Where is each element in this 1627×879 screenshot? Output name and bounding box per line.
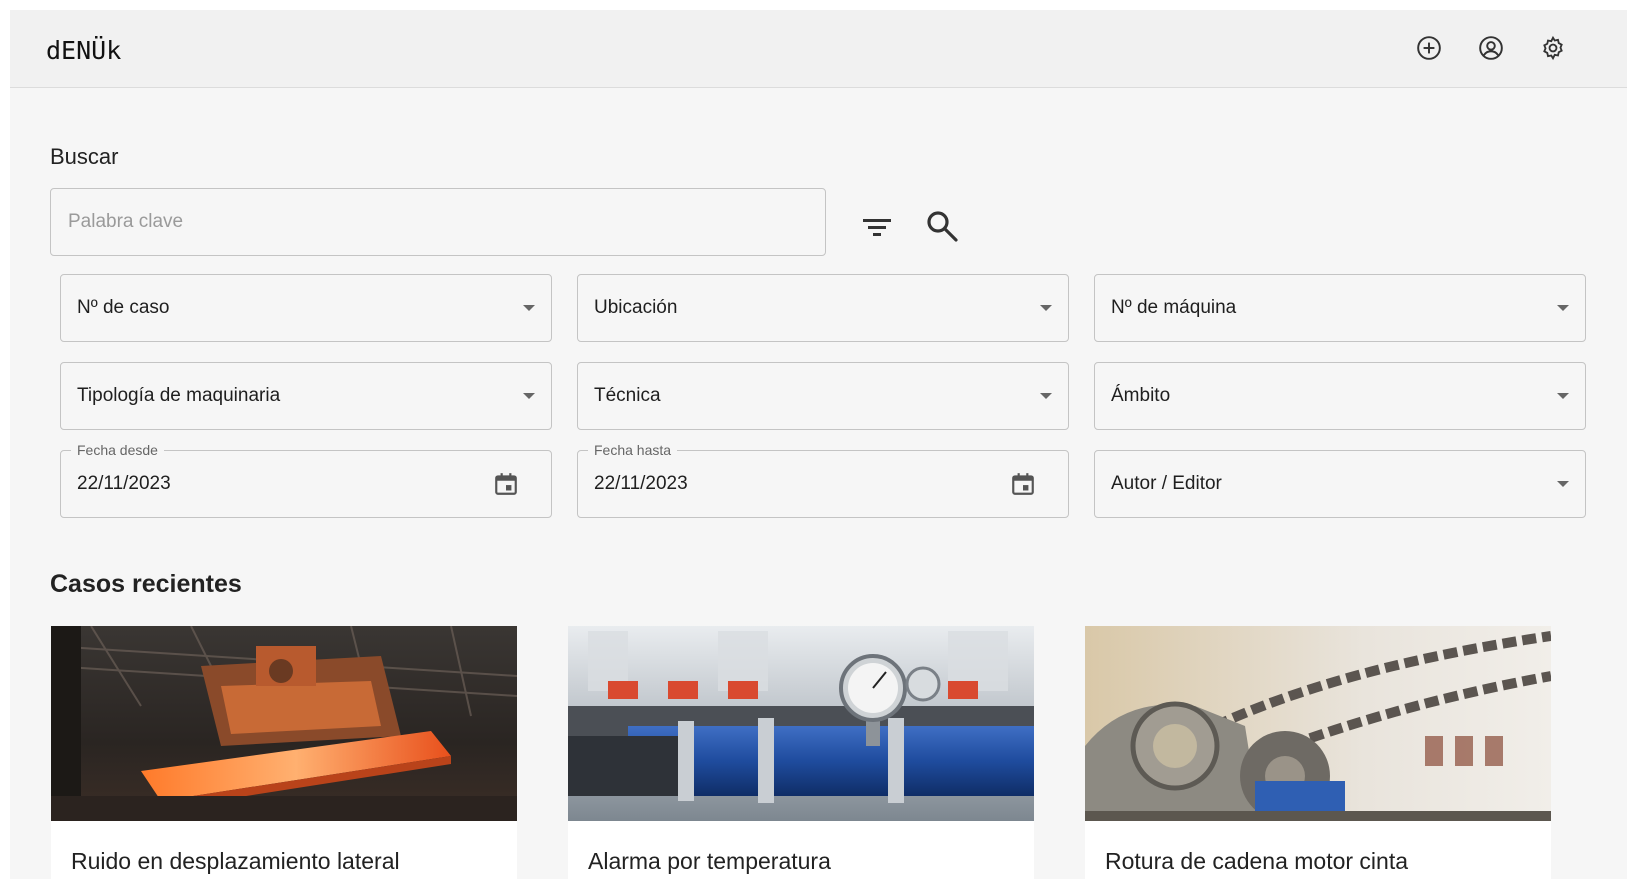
add-circle-icon[interactable] <box>1415 34 1443 62</box>
app-window: dENÜk Buscar Nº de caso Ubicación Nº de <box>10 10 1627 879</box>
app-logo[interactable]: dENÜk <box>46 36 121 65</box>
location-label: Ubicación <box>594 297 678 318</box>
machine-type-select[interactable]: Tipología de maquinaria <box>60 362 552 430</box>
date-from-field[interactable]: Fecha desde 22/11/2023 <box>60 442 552 518</box>
filter-icon[interactable] <box>860 212 894 242</box>
search-field[interactable] <box>50 188 826 256</box>
case-image-steel-mill <box>51 626 517 821</box>
recent-cases-heading: Casos recientes <box>50 570 242 598</box>
technique-label: Técnica <box>594 385 661 406</box>
date-from-value[interactable]: 22/11/2023 <box>77 473 171 495</box>
chevron-down-icon <box>1557 305 1569 311</box>
top-bar: dENÜk <box>10 10 1627 88</box>
case-card[interactable]: Ruido en desplazamiento lateral <box>51 626 517 879</box>
date-to-value[interactable]: 22/11/2023 <box>594 473 688 495</box>
technique-select[interactable]: Técnica <box>577 362 1069 430</box>
case-card-title: Rotura de cadena motor cinta <box>1105 848 1409 874</box>
chevron-down-icon <box>1040 305 1052 311</box>
search-icon[interactable] <box>925 209 959 243</box>
search-input[interactable] <box>51 189 825 255</box>
date-to-legend: Fecha hasta <box>588 442 678 458</box>
case-number-label: Nº de caso <box>77 297 170 318</box>
author-label: Autor / Editor <box>1111 473 1222 494</box>
case-card-title: Alarma por temperatura <box>588 848 831 874</box>
date-from-legend: Fecha desde <box>71 442 164 458</box>
location-select[interactable]: Ubicación <box>577 274 1069 342</box>
search-label: Buscar <box>50 144 119 169</box>
case-card-title: Ruido en desplazamiento lateral <box>71 848 400 874</box>
case-card[interactable]: Rotura de cadena motor cinta <box>1085 626 1551 879</box>
machine-number-select[interactable]: Nº de máquina <box>1094 274 1586 342</box>
chevron-down-icon <box>1557 393 1569 399</box>
author-select[interactable]: Autor / Editor <box>1094 450 1586 518</box>
case-number-select[interactable]: Nº de caso <box>60 274 552 342</box>
chevron-down-icon <box>523 393 535 399</box>
chevron-down-icon <box>523 305 535 311</box>
case-card[interactable]: Alarma por temperatura <box>568 626 1034 879</box>
machine-type-label: Tipología de maquinaria <box>77 385 281 406</box>
scope-select[interactable]: Ámbito <box>1094 362 1586 430</box>
calendar-icon[interactable] <box>493 471 519 497</box>
scope-label: Ámbito <box>1111 385 1171 406</box>
machine-number-label: Nº de máquina <box>1111 297 1237 318</box>
chevron-down-icon <box>1040 393 1052 399</box>
top-bar-actions <box>1415 34 1567 62</box>
case-image-chain-drive <box>1085 626 1551 821</box>
settings-icon[interactable] <box>1539 34 1567 62</box>
chevron-down-icon <box>1557 481 1569 487</box>
account-circle-icon[interactable] <box>1477 34 1505 62</box>
case-image-pressure-gauge <box>568 626 1034 821</box>
calendar-icon[interactable] <box>1010 471 1036 497</box>
date-to-field[interactable]: Fecha hasta 22/11/2023 <box>577 442 1069 518</box>
